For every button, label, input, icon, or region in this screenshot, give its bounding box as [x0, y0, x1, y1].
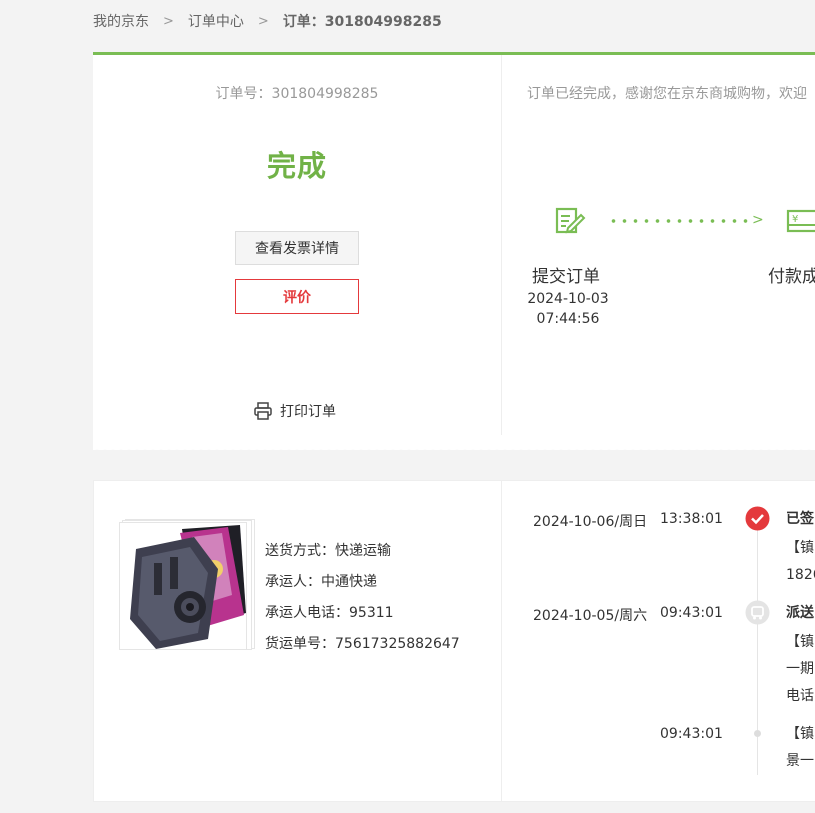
printer-icon — [254, 402, 272, 420]
print-order-link[interactable]: 打印订单 — [253, 401, 336, 421]
timeline-event-text: 景一 — [786, 753, 814, 769]
timeline-dot-icon — [754, 730, 761, 737]
order-summary-panel — [93, 52, 815, 450]
shipment-info: 送货方式：快递运输 承运人：中通快递 承运人电话：95311 货运单号：7561… — [265, 536, 460, 660]
timeline-event-text: 【镇 — [786, 540, 814, 556]
panel-divider — [501, 55, 502, 435]
review-button[interactable]: 评价 — [235, 279, 359, 314]
tracking-number: 货运单号：75617325882647 — [265, 636, 460, 652]
edit-document-icon — [554, 206, 586, 236]
step-payment-label: 付款成 — [768, 267, 815, 287]
timeline-event-text: 1826 — [786, 567, 815, 583]
chevron-right-icon: > — [257, 13, 269, 29]
progress-dotted-line — [608, 219, 754, 223]
progress-arrow-icon: > — [752, 212, 764, 228]
timeline-event-title: 已签 — [786, 511, 814, 527]
step-submit-order-label: 提交订单 — [532, 267, 600, 287]
print-order-label: 打印订单 — [280, 404, 336, 420]
order-number: 订单号：301804998285 — [215, 86, 379, 102]
breadcrumb-my-jd[interactable]: 我的京东 — [93, 11, 149, 31]
timeline-event-title: 派送 — [786, 605, 814, 621]
timeline-date: 2024-10-06/周日 — [533, 514, 648, 530]
timeline-time: 13:38:01 — [660, 511, 723, 527]
breadcrumb-order-center[interactable]: 订单中心 — [188, 11, 244, 31]
payment-icon: ¥ — [786, 207, 815, 239]
view-invoice-button[interactable]: 查看发票详情 — [235, 231, 359, 265]
delivery-method: 送货方式：快递运输 — [265, 543, 391, 559]
delivery-icon — [745, 600, 770, 629]
timeline-time: 09:43:01 — [660, 605, 723, 621]
step-submit-order-time: 2024-10-03 07:44:56 — [527, 289, 609, 329]
breadcrumb-current-order: 订单：301804998285 — [282, 14, 442, 30]
timeline-time: 09:43:01 — [660, 726, 723, 742]
panel-jagged-edge — [93, 446, 815, 454]
step-submit-date: 2024-10-03 — [527, 291, 609, 307]
step-submit-clock: 07:44:56 — [536, 311, 600, 327]
breadcrumb: 我的京东 > 订单中心 > 订单：301804998285 — [93, 10, 442, 32]
chevron-right-icon: > — [163, 13, 174, 29]
timeline-date: 2024-10-05/周六 — [533, 608, 648, 624]
product-image[interactable] — [119, 522, 247, 650]
carrier-name: 承运人：中通快递 — [265, 574, 377, 590]
timeline-event-text: 【镇 — [786, 726, 814, 742]
timeline-event-text: 【镇 — [786, 634, 814, 650]
timeline-event-text: 电话 — [786, 688, 814, 704]
timeline-event-text: 一期 — [786, 661, 814, 677]
signed-check-icon — [745, 506, 770, 535]
order-status: 完成 — [266, 149, 327, 183]
shipment-divider — [501, 481, 502, 801]
order-complete-notice: 订单已经完成，感谢您在京东商城购物，欢迎 — [527, 86, 807, 102]
product-thumbnail-stack[interactable] — [119, 519, 255, 652]
carrier-phone: 承运人电话：95311 — [265, 605, 394, 621]
svg-text:¥: ¥ — [792, 214, 798, 225]
